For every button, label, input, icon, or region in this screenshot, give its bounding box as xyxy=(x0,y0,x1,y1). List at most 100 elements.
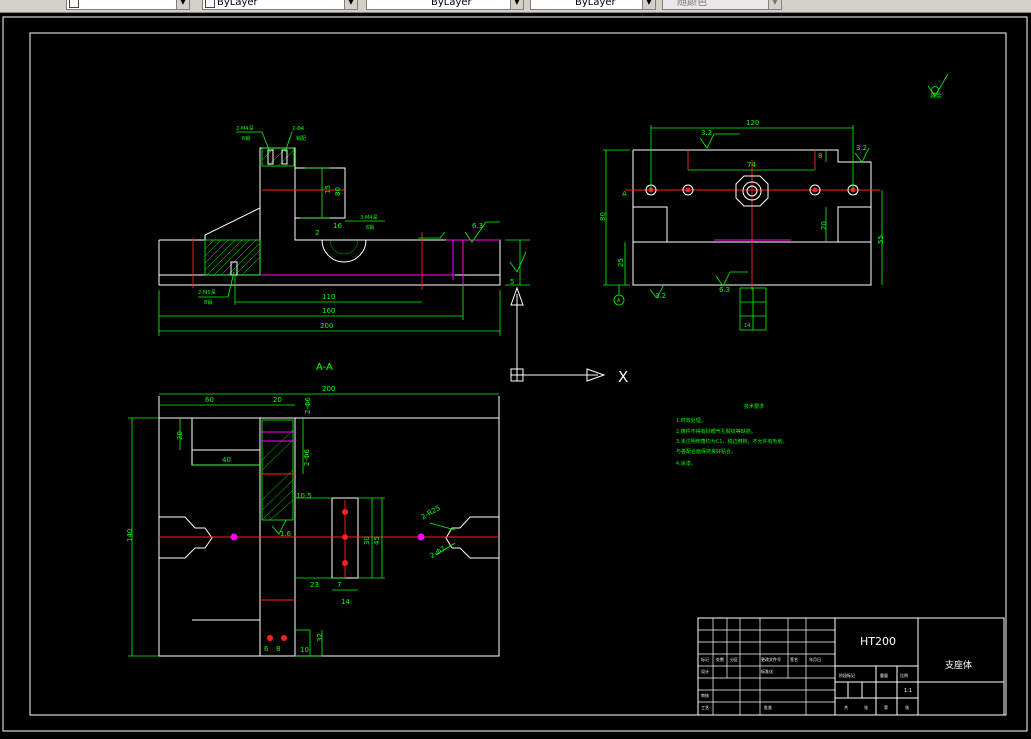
dim-23: 23 xyxy=(310,581,319,589)
chevron-down-icon[interactable]: ▼ xyxy=(510,0,523,9)
svg-text:处数: 处数 xyxy=(716,656,724,662)
dim-5: 5 xyxy=(510,278,514,286)
dim-110: 110 xyxy=(322,293,335,301)
dim-8-section: 8 xyxy=(276,645,280,653)
svg-text:销配: 销配 xyxy=(296,135,306,142)
dim-2phi6-a: 2-Φ6 xyxy=(304,397,312,414)
roughness-32b: 3.2 xyxy=(856,144,867,152)
svg-text:阶段标记: 阶段标记 xyxy=(839,672,855,678)
svg-text:比例: 比例 xyxy=(900,672,908,678)
dim-200: 200 xyxy=(320,322,333,330)
dim-15: 15 xyxy=(324,185,332,194)
side-view: 120 74 3.2 3.2 8 80 25 20 55 6.3 3.2 A A… xyxy=(599,73,949,331)
chevron-down-icon[interactable]: ▼ xyxy=(768,0,781,9)
svg-text:张: 张 xyxy=(905,704,909,710)
layer-icon xyxy=(69,0,79,8)
title-block: HT200 支座体 1:1 标记 处数 分区 更改文件号 签名 年月日 设计 标… xyxy=(697,617,1005,716)
dim-30: 30 xyxy=(363,536,371,545)
dim-32: 32 xyxy=(316,633,324,642)
dim-8: 8 xyxy=(818,152,822,160)
svg-text:与各配合面保持良好贴合。: 与各配合面保持良好贴合。 xyxy=(676,448,736,455)
dim-2phi7: 2-Φ7 xyxy=(428,545,447,560)
dim-7: 7 xyxy=(337,581,341,589)
dim-80-side: 80 xyxy=(599,212,607,221)
dim-2phi6-b: 2-Φ6 xyxy=(303,449,311,466)
roughness-16: 1.6 xyxy=(280,530,292,538)
svg-text:3.未注明倒角均为C1，锐边倒钝，不允许有毛刺。: 3.未注明倒角均为C1，锐边倒钝，不允许有毛刺。 xyxy=(676,438,787,445)
scale-label: 1:1 xyxy=(904,688,912,694)
section-label: A-A xyxy=(316,362,333,373)
dim-2r25: 2-R25 xyxy=(420,504,442,521)
dim-14-section: 14 xyxy=(341,598,350,606)
hole-note-2: 2-Φ4 xyxy=(292,126,304,132)
svg-text:第: 第 xyxy=(884,704,888,710)
svg-text:2.铸件不得有砂眼气孔裂纹等缺陷。: 2.铸件不得有砂眼气孔裂纹等缺陷。 xyxy=(676,428,756,435)
svg-text:工艺: 工艺 xyxy=(701,705,709,710)
dim-25: 25 xyxy=(617,258,625,267)
drawing-border xyxy=(29,32,1007,716)
roughness-63-side: 6.3 xyxy=(719,286,730,294)
dim-20: 20 xyxy=(820,221,828,230)
svg-text:设计: 设计 xyxy=(701,668,709,674)
svg-text:标记: 标记 xyxy=(701,656,709,662)
layer-dropdown[interactable]: ▼ xyxy=(66,0,190,10)
ucs-icon: X xyxy=(510,286,628,386)
svg-text:张: 张 xyxy=(864,704,868,710)
dim-120: 120 xyxy=(746,119,759,127)
chevron-down-icon[interactable]: ▼ xyxy=(176,0,189,9)
dim-40: 40 xyxy=(222,456,231,464)
roughness-32a: 3.2 xyxy=(701,129,712,137)
part-name-label: 支座体 xyxy=(945,659,972,671)
color-dropdown[interactable]: ByLayer ▼ xyxy=(202,0,358,10)
ucs-x-label: X xyxy=(618,368,628,386)
svg-text:签名: 签名 xyxy=(790,656,798,662)
svg-text:更改文件号: 更改文件号 xyxy=(761,656,781,662)
dim-60: 60 xyxy=(205,396,214,404)
cad-drawing: 200 160 110 5 15 80 2 16 6.3 2-M4深 6销 2-… xyxy=(2,16,1028,732)
dim-160: 160 xyxy=(322,307,335,315)
dim-16: 16 xyxy=(333,222,342,230)
svg-text:重量: 重量 xyxy=(880,672,888,678)
dim-80: 80 xyxy=(334,187,342,196)
section-view: 200 60 20 2-Φ6 20 40 2-Φ6 10.5 140 30 45… xyxy=(126,385,500,657)
tech-req-title: 技术要求 xyxy=(744,403,764,410)
technical-requirements: 技术要求 1.时效处理。 2.铸件不得有砂眼气孔裂纹等缺陷。 3.未注明倒角均为… xyxy=(676,403,787,467)
outer-frame xyxy=(2,16,1028,732)
color-swatch-icon xyxy=(205,0,215,8)
material-label: HT200 xyxy=(860,635,896,648)
roughness-32c: 3.2 xyxy=(655,292,666,300)
drawing-canvas[interactable]: 200 160 110 5 15 80 2 16 6.3 2-M4深 6销 2-… xyxy=(0,12,1031,735)
svg-text:分区: 分区 xyxy=(730,656,738,662)
svg-text:批准: 批准 xyxy=(764,704,772,710)
svg-text:标准化: 标准化 xyxy=(761,668,773,674)
svg-text:共: 共 xyxy=(844,704,848,710)
lineweight-dropdown[interactable]: ByLayer ▼ xyxy=(530,0,656,10)
dim-6: 6 xyxy=(264,645,269,653)
hole-note-4: 2-M5深 xyxy=(198,289,215,296)
svg-text:年月日: 年月日 xyxy=(809,656,821,662)
front-view: 200 160 110 5 15 80 2 16 6.3 2-M4深 6销 2-… xyxy=(158,125,530,336)
dim-20-section: 20 xyxy=(273,396,282,404)
chevron-down-icon[interactable]: ▼ xyxy=(642,0,655,9)
dim-10: 10 xyxy=(300,646,309,654)
dim-140: 140 xyxy=(126,529,134,542)
dim-74: 74 xyxy=(747,161,756,169)
svg-text:6销: 6销 xyxy=(366,224,374,231)
section-marker-a: A xyxy=(622,190,627,198)
svg-text:6销: 6销 xyxy=(242,135,250,142)
dim-20b: 20 xyxy=(176,431,184,440)
plotstyle-dropdown[interactable]: 随颜色 ▼ xyxy=(662,0,782,10)
dim-55: 55 xyxy=(877,235,885,244)
svg-text:审核: 审核 xyxy=(701,692,709,698)
dim-200-section: 200 xyxy=(322,385,335,393)
dim-45: 45 xyxy=(373,536,381,545)
svg-text:A: A xyxy=(617,298,621,304)
linetype-dropdown[interactable]: ByLayer ▼ xyxy=(366,0,524,10)
dim-10-5: 10.5 xyxy=(296,492,312,500)
hole-note-3: 3-M4深 xyxy=(360,214,377,221)
svg-text:4.涂漆。: 4.涂漆。 xyxy=(676,460,696,467)
chevron-down-icon[interactable]: ▼ xyxy=(344,0,357,9)
svg-text:8销: 8销 xyxy=(204,299,212,306)
dim-14-side: 14 xyxy=(744,323,750,329)
svg-text:1.时效处理。: 1.时效处理。 xyxy=(676,417,706,424)
